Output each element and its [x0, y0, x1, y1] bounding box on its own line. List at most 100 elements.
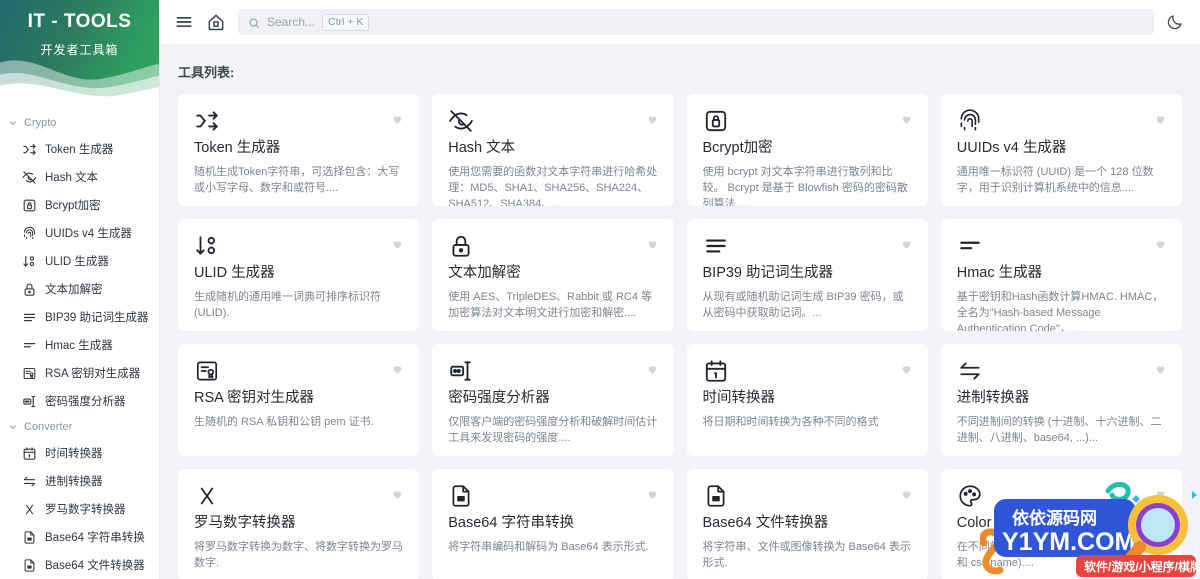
card-header	[194, 233, 403, 259]
lines-icon	[22, 310, 37, 325]
favorite-heart-icon[interactable]	[901, 487, 912, 499]
sidebar-item-uuid-generator[interactable]: UUIDs v4 生成器	[0, 219, 159, 247]
favorite-heart-icon[interactable]	[901, 112, 912, 124]
logo-subtitle: 开发者工具箱	[40, 43, 119, 57]
card-title: 罗马数字转换器	[194, 515, 296, 531]
card-title: Bcrypt加密	[702, 140, 773, 156]
sidebar-item-token-generator[interactable]: Token 生成器	[0, 135, 159, 163]
tool-card[interactable]: 时间转换器 将日期和时间转换为各种不同的格式	[686, 344, 928, 456]
fingerprint-icon	[22, 226, 37, 241]
file-code-icon	[22, 558, 37, 573]
tool-card[interactable]: BIP39 助记词生成器 从现有或随机助记词生成 BIP39 密码，或从密码中获…	[686, 219, 928, 331]
favorite-heart-icon[interactable]	[1155, 362, 1166, 374]
card-description: 生随机的 RSA 私钥和公钥 pem 证书.	[194, 416, 374, 428]
tool-card[interactable]: ULID 生成器 生成随机的通用唯一词典可排序标识符 (ULID).	[178, 219, 420, 331]
tool-card[interactable]: Hash 文本 使用您需要的函数对文本字符串进行哈希处理：MD5、SHA1、SH…	[432, 94, 674, 206]
sidebar-item-base64-file[interactable]: Base64 文件转换器	[0, 551, 159, 579]
home-icon[interactable]	[206, 12, 226, 32]
tool-card[interactable]: 密码强度分析器 仅限客户端的密码强度分析和破解时间估计工具来发现密码的强度...…	[432, 344, 674, 456]
hamburger-icon[interactable]	[174, 12, 194, 32]
card-header	[703, 233, 912, 259]
lock-icon	[22, 282, 37, 297]
chevron-down-icon	[8, 118, 18, 128]
content-scroll: 工具列表: Token 生成器 随机生成Token字符串，可选择包含：大写或小写…	[160, 44, 1200, 579]
shuffle-icon	[22, 142, 37, 157]
short-lines-icon	[22, 338, 37, 353]
sidebar-item-label: Base64 文件转换器	[45, 560, 145, 572]
sidebar-item-hmac-generator[interactable]: Hmac 生成器	[0, 331, 159, 359]
favorite-heart-icon[interactable]	[647, 237, 658, 249]
tool-card[interactable]: UUIDs v4 生成器 通用唯一标识符 (UUID) 是一个 128 位数字，…	[940, 94, 1182, 206]
favorite-heart-icon[interactable]	[392, 112, 403, 124]
sidebar-item-label: Token 生成器	[45, 144, 114, 156]
tool-card[interactable]: Hmac 生成器 基于密钥和Hash函数计算HMAC. HMAC，全名为"Has…	[940, 219, 1182, 331]
card-title: ULID 生成器	[194, 265, 275, 281]
card-header	[448, 233, 657, 259]
card-title: Color 转换器	[956, 515, 1039, 531]
short-lines-icon	[957, 233, 983, 259]
favorite-heart-icon[interactable]	[1155, 487, 1166, 499]
tool-card[interactable]: 文本加解密 使用 AES、TripleDES、Rabbit 或 RC4 等加密算…	[432, 219, 674, 331]
calendar-icon	[703, 358, 729, 384]
favorite-heart-icon[interactable]	[901, 237, 912, 249]
search-input[interactable]: Search... Ctrl + K	[238, 9, 1154, 35]
sidebar-item-text-encrypt[interactable]: 文本加解密	[0, 275, 159, 303]
favorite-heart-icon[interactable]	[647, 487, 658, 499]
tool-card[interactable]: Bcrypt加密 使用 bcrypt 对文本字符串进行散列和比较。 Bcrypt…	[686, 94, 928, 206]
sidebar-logo[interactable]: IT - TOOLS 开发者工具箱	[0, 0, 159, 105]
tool-card[interactable]: 进制转换器 不同进制间的转换 (十进制、十六进制、二进制、八进制、base64,…	[940, 344, 1182, 456]
card-description: 将罗马数字转换为数字、将数字转换为罗马数字.	[194, 541, 403, 569]
tool-card[interactable]: RSA 密钥对生成器 生随机的 RSA 私钥和公钥 pem 证书.	[178, 344, 420, 456]
certificate-icon	[22, 366, 37, 381]
card-title: 时间转换器	[702, 390, 776, 406]
eye-off-icon	[22, 170, 37, 185]
sidebar-item-base64-string[interactable]: Base64 字符串转换	[0, 523, 159, 551]
card-description: 在不同的颜色格式之间转换 (hex, rgb, hsl 和 css name).…	[956, 541, 1156, 569]
sidebar-item-label: RSA 密钥对生成器	[45, 368, 141, 380]
sidebar-item-bip39[interactable]: BIP39 助记词生成器	[0, 303, 159, 331]
card-header	[448, 108, 657, 134]
favorite-heart-icon[interactable]	[1155, 237, 1166, 249]
sidebar-item-label: 文本加解密	[45, 284, 103, 296]
card-description: 将字符串、文件或图像转换为 Base64 表示形式.	[702, 541, 911, 569]
lock-icon	[448, 233, 474, 259]
favorite-heart-icon[interactable]	[647, 112, 658, 124]
tool-card[interactable]: 罗马数字转换器 将罗马数字转换为数字、将数字转换为罗马数字.	[178, 469, 420, 579]
moon-icon[interactable]	[1166, 13, 1184, 31]
sidebar-group-crypto[interactable]: Crypto	[0, 111, 159, 135]
logo-text-block: IT - TOOLS 开发者工具箱	[0, 0, 159, 58]
favorite-heart-icon[interactable]	[392, 237, 403, 249]
arrows-exchange-icon	[22, 474, 37, 489]
sidebar-item-password-analyzer[interactable]: 密码强度分析器	[0, 387, 159, 415]
card-title: BIP39 助记词生成器	[702, 265, 834, 281]
sidebar-item-ulid-generator[interactable]: ULID 生成器	[0, 247, 159, 275]
sidebar-nav: Crypto Token 生成器 Hash 文本 Bcrypt加密 UUIDs …	[0, 105, 159, 579]
favorite-heart-icon[interactable]	[392, 487, 403, 499]
favorite-heart-icon[interactable]	[647, 362, 658, 374]
sidebar-item-label: 罗马数字转换器	[45, 504, 126, 516]
lock-square-icon	[703, 108, 729, 134]
card-description: 生成随机的通用唯一词典可排序标识符 (ULID).	[194, 291, 381, 319]
sidebar-item-roman-converter[interactable]: 罗马数字转换器	[0, 495, 159, 523]
card-description: 使用 AES、TripleDES、Rabbit 或 RC4 等加密算法对文本明文…	[448, 291, 653, 319]
card-description: 随机生成Token字符串，可选择包含：大写或小写字母、数字和或符号....	[194, 166, 400, 194]
sidebar-item-rsa-keypair[interactable]: RSA 密钥对生成器	[0, 359, 159, 387]
card-description: 将日期和时间转换为各种不同的格式	[702, 416, 879, 428]
sidebar-item-base-converter[interactable]: 进制转换器	[0, 467, 159, 495]
card-header	[957, 233, 1166, 259]
card-title: Token 生成器	[194, 140, 281, 156]
tool-card[interactable]: Token 生成器 随机生成Token字符串，可选择包含：大写或小写字母、数字和…	[178, 94, 420, 206]
card-title: Hash 文本	[448, 140, 516, 156]
sidebar-item-date-converter[interactable]: 时间转换器	[0, 439, 159, 467]
sidebar-item-label: Hmac 生成器	[45, 340, 113, 352]
sidebar-item-hash-text[interactable]: Hash 文本	[0, 163, 159, 191]
favorite-heart-icon[interactable]	[1155, 112, 1166, 124]
card-title: 密码强度分析器	[448, 390, 550, 406]
sidebar-group-converter[interactable]: Converter	[0, 415, 159, 439]
sidebar-item-bcrypt[interactable]: Bcrypt加密	[0, 191, 159, 219]
favorite-heart-icon[interactable]	[901, 362, 912, 374]
favorite-heart-icon[interactable]	[392, 362, 403, 374]
tool-card[interactable]: Base64 文件转换器 将字符串、文件或图像转换为 Base64 表示形式.	[686, 469, 928, 579]
tool-card[interactable]: Color 转换器 在不同的颜色格式之间转换 (hex, rgb, hsl 和 …	[940, 469, 1182, 579]
tool-card[interactable]: Base64 字符串转换 将字符串编码和解码为 Base64 表示形式.	[432, 469, 674, 579]
